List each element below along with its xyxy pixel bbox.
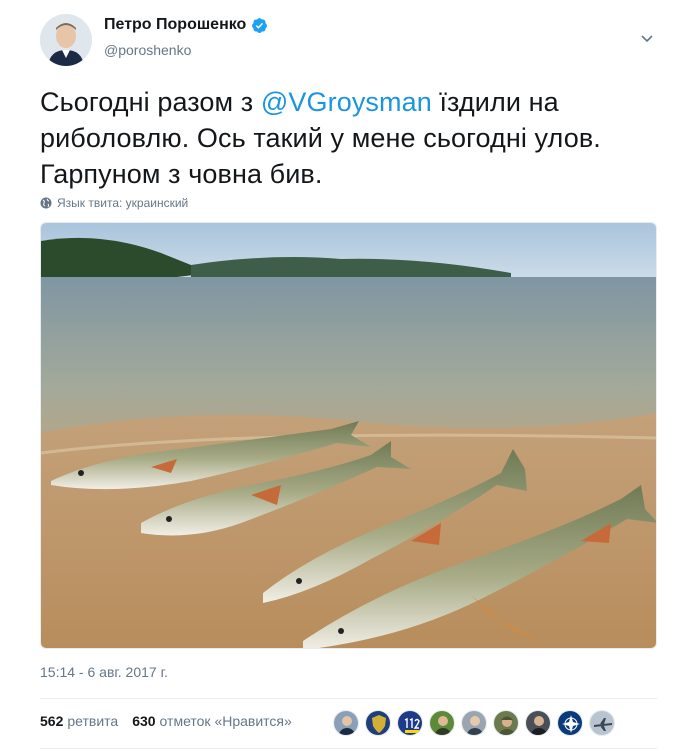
tweet-language: Язык твита: украинский (40, 196, 188, 210)
verified-badge-icon (252, 17, 268, 33)
liker-avatar-man-dark[interactable] (525, 710, 551, 736)
tweet-timestamp[interactable]: 15:14 - 6 авг. 2017 г. (40, 664, 168, 680)
tweet-text: Сьогодні разом з @VGroysman їздили на ри… (40, 84, 660, 192)
likers-avatars (333, 710, 621, 736)
liker-avatar-man-suit[interactable] (333, 710, 359, 736)
likes-stat[interactable]: 630 отметок «Нравится» (132, 713, 292, 729)
chevron-down-icon[interactable] (639, 30, 655, 46)
divider-top (40, 698, 657, 699)
liker-avatar-112-ua[interactable] (397, 710, 423, 736)
user-name[interactable]: Петро Порошенко (104, 16, 246, 34)
likes-label: отметок «Нравится» (159, 713, 292, 729)
liker-avatar-man-grey[interactable] (461, 710, 487, 736)
liker-avatar-emblem-shield[interactable] (365, 710, 391, 736)
user-handle[interactable]: @poroshenko (104, 42, 191, 58)
liker-avatar-nato-star[interactable] (557, 710, 583, 736)
divider-bottom (40, 748, 657, 749)
retweets-count: 562 (40, 713, 64, 729)
mention-link[interactable]: @VGroysman (261, 87, 432, 117)
liker-avatar-man-green[interactable] (429, 710, 455, 736)
retweets-stat[interactable]: 562 ретвита (40, 713, 118, 729)
tweet-card: Петро Порошенко @poroshenko Сьогодні раз… (0, 0, 691, 751)
likes-count: 630 (132, 713, 156, 729)
tweet-photo[interactable] (40, 222, 657, 649)
globe-icon (40, 197, 52, 209)
tweet-stats: 562 ретвита 630 отметок «Нравится» (40, 713, 306, 729)
user-name-row[interactable]: Петро Порошенко (104, 16, 268, 34)
photo-fish-on-beach-icon (41, 223, 656, 648)
liker-avatar-soldier[interactable] (493, 710, 519, 736)
tweet-text-before: Сьогодні разом з (40, 87, 261, 117)
liker-avatar-aircraft[interactable] (589, 710, 615, 736)
user-avatar[interactable] (40, 14, 92, 66)
tweet-language-label: Язык твита: украинский (57, 196, 189, 210)
retweets-label: ретвита (67, 713, 119, 729)
